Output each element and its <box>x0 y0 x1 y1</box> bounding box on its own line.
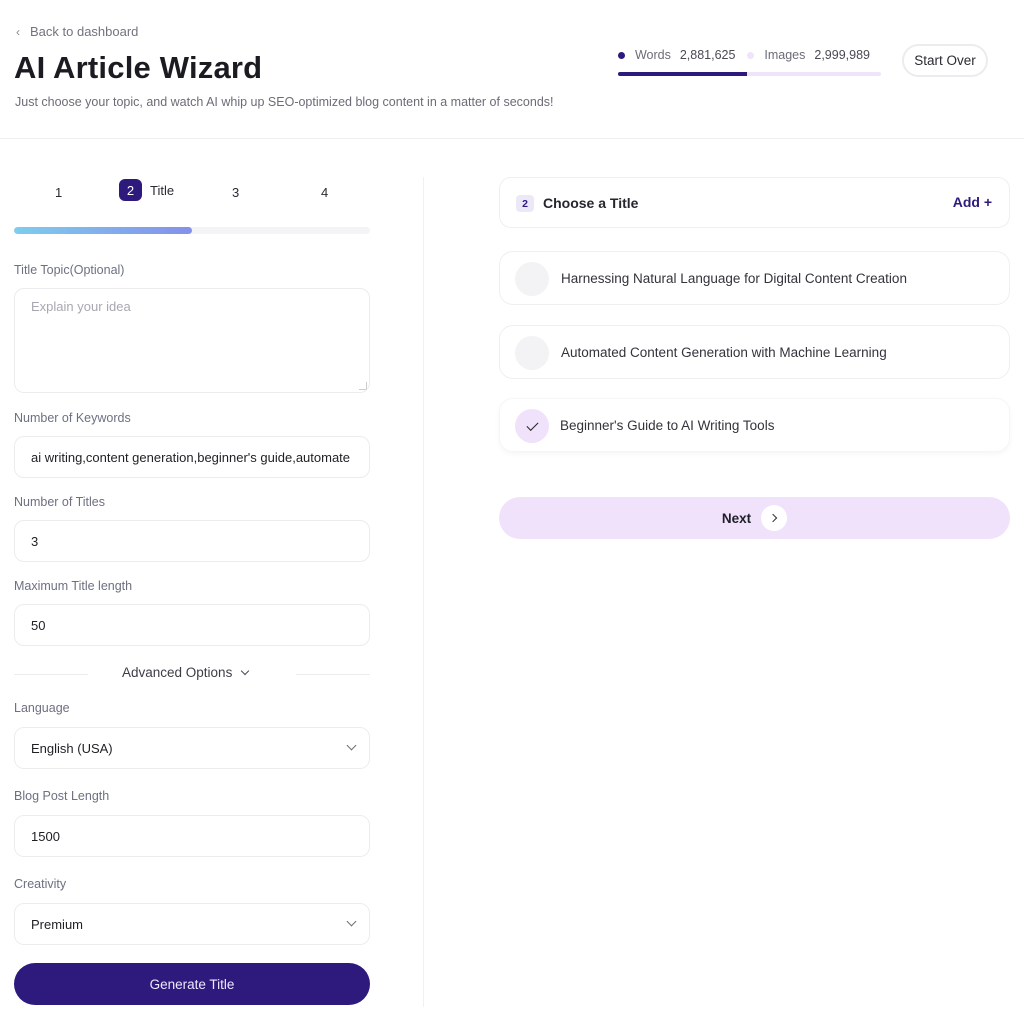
blog-length-label: Blog Post Length <box>14 789 110 803</box>
chevron-down-icon <box>241 666 250 675</box>
max-title-length-input[interactable]: 50 <box>14 604 370 646</box>
blog-length-input[interactable]: 1500 <box>14 815 370 857</box>
advanced-options-toggle-row: Advanced Options <box>14 665 370 685</box>
step-badge: 2 <box>516 195 534 212</box>
language-label: Language <box>14 701 70 715</box>
creativity-value: Premium <box>31 916 84 932</box>
wizard-progress-fill <box>14 227 192 234</box>
language-select[interactable]: English (USA) <box>14 727 370 769</box>
step-number-badge: 2 <box>119 179 142 201</box>
step-label: Title <box>150 182 175 198</box>
generate-title-button[interactable]: Generate Title <box>14 963 370 1005</box>
start-over-button[interactable]: Start Over <box>902 44 988 77</box>
title-topic-placeholder: Explain your idea <box>31 299 131 314</box>
chevron-right-icon <box>761 505 788 531</box>
divider-line <box>296 674 370 675</box>
title-option-selected[interactable]: Beginner's Guide to AI Writing Tools <box>499 398 1010 452</box>
next-button[interactable]: Next <box>499 497 1010 539</box>
title-topic-textarea[interactable]: Explain your idea <box>14 288 370 393</box>
radio-checked-icon[interactable] <box>515 409 549 443</box>
step-number: 4 <box>321 185 329 200</box>
words-usage-segment <box>618 72 747 76</box>
title-option[interactable]: Harnessing Natural Language for Digital … <box>499 251 1010 305</box>
radio-unchecked-icon[interactable] <box>515 262 549 296</box>
divider-line <box>14 674 88 675</box>
chevron-down-icon <box>346 740 357 751</box>
next-label: Next <box>721 510 752 526</box>
step-number: 1 <box>55 185 63 200</box>
usage-meter: Words 2,881,625 Images 2,999,989 <box>618 46 882 76</box>
step-2[interactable]: 2 Title <box>119 179 174 201</box>
keywords-input[interactable]: ai writing,content generation,beginner's… <box>14 436 370 478</box>
words-value: 2,881,625 <box>679 48 736 62</box>
choose-title-header: 2 Choose a Title Add + <box>499 177 1010 228</box>
creativity-label: Creativity <box>14 877 67 891</box>
title-topic-label: Title Topic(Optional) <box>14 263 125 277</box>
title-option-text: Automated Content Generation with Machin… <box>561 345 887 360</box>
words-label: Words <box>634 48 671 62</box>
chevron-left-icon: ‹ <box>16 24 20 39</box>
step-3[interactable]: 3 <box>232 185 239 200</box>
add-title-button[interactable]: Add + <box>953 194 992 210</box>
chevron-down-icon <box>346 916 357 927</box>
images-value: 2,999,989 <box>814 48 870 62</box>
back-to-dashboard-link[interactable]: ‹ Back to dashboard <box>16 24 138 39</box>
advanced-options-label: Advanced Options <box>122 665 233 680</box>
num-titles-input[interactable]: 3 <box>14 520 370 562</box>
images-label: Images <box>764 48 806 62</box>
back-label: Back to dashboard <box>30 24 139 39</box>
column-divider <box>423 177 424 1007</box>
step-number: 3 <box>232 185 240 200</box>
step-1[interactable]: 1 <box>55 185 62 200</box>
max-title-length-label: Maximum Title length <box>14 579 133 593</box>
wizard-form-panel: 1 2 Title 3 4 Title Topic(Optional) Expl… <box>14 177 370 1005</box>
images-dot-icon <box>747 51 755 59</box>
words-dot-icon <box>618 51 625 59</box>
language-value: English (USA) <box>31 740 113 756</box>
title-option[interactable]: Automated Content Generation with Machin… <box>499 325 1010 379</box>
checkmark-icon <box>525 418 539 431</box>
creativity-select[interactable]: Premium <box>14 903 370 945</box>
radio-unchecked-icon[interactable] <box>515 336 549 370</box>
page-title: AI Article Wizard <box>14 50 263 85</box>
num-titles-label: Number of Titles <box>14 495 106 509</box>
step-4[interactable]: 4 <box>321 185 328 200</box>
page-subtitle: Just choose your topic, and watch AI whi… <box>15 95 554 109</box>
page-header: ‹ Back to dashboard AI Article Wizard Ju… <box>0 0 1024 139</box>
keywords-label: Number of Keywords <box>14 411 131 425</box>
wizard-progress-bar <box>14 227 370 234</box>
title-option-text: Harnessing Natural Language for Digital … <box>561 271 907 286</box>
title-option-text: Beginner's Guide to AI Writing Tools <box>560 418 775 433</box>
resize-handle-icon[interactable] <box>359 382 367 390</box>
images-usage-segment <box>746 72 881 76</box>
choose-title-heading: Choose a Title <box>543 195 639 211</box>
advanced-options-toggle[interactable]: Advanced Options <box>122 665 250 680</box>
wizard-steps: 1 2 Title 3 4 <box>14 177 370 217</box>
usage-bar <box>618 72 881 76</box>
